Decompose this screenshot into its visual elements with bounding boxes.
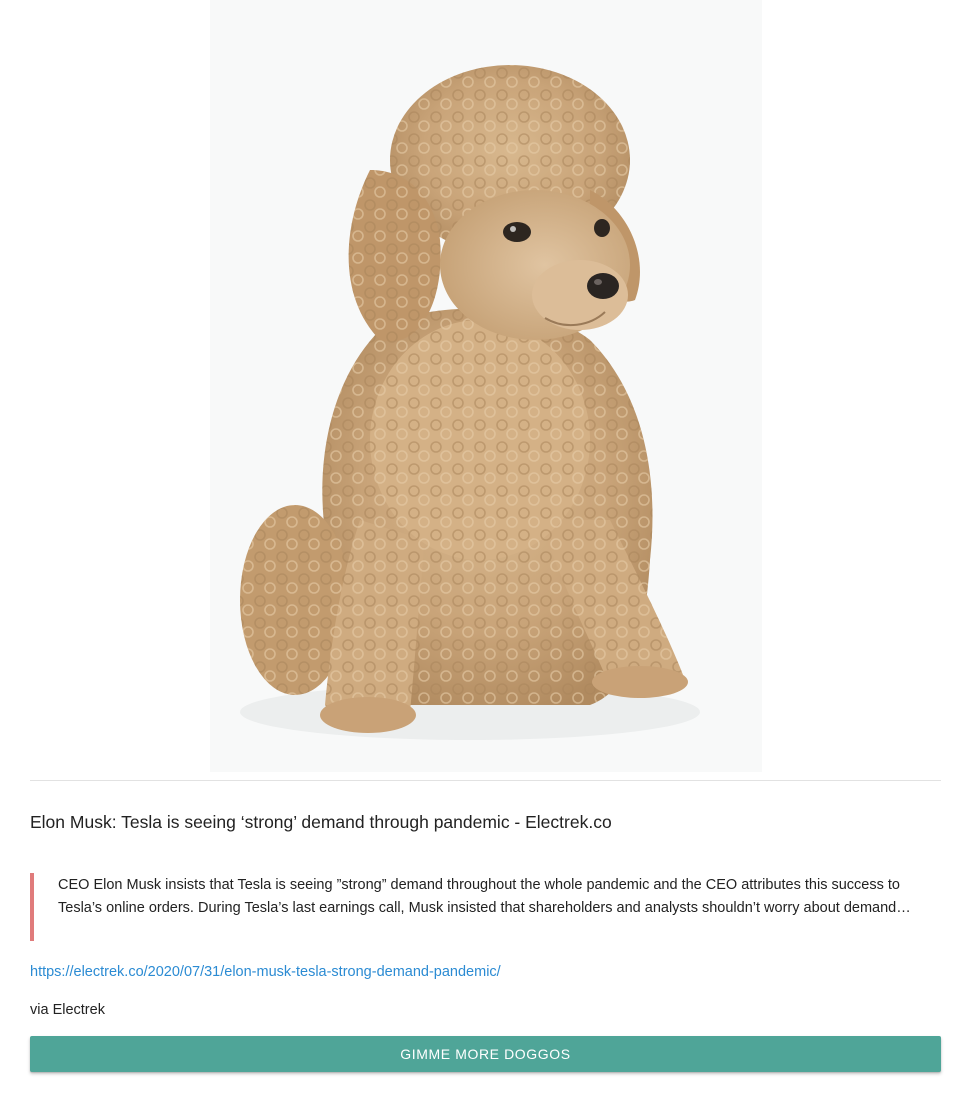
puppy-image xyxy=(210,0,762,772)
poodle-puppy-illustration xyxy=(210,0,762,772)
article-link[interactable]: https://electrek.co/2020/07/31/elon-musk… xyxy=(30,962,501,982)
article-excerpt: CEO Elon Musk insists that Tesla is seei… xyxy=(58,877,911,916)
more-doggos-button[interactable]: Gimme more doggos xyxy=(30,1036,941,1072)
article-excerpt-quote: CEO Elon Musk insists that Tesla is seei… xyxy=(30,873,941,941)
article-title: Elon Musk: Tesla is seeing ‘strong’ dema… xyxy=(30,812,612,832)
divider xyxy=(30,780,941,781)
source-attribution: via Electrek xyxy=(30,1002,105,1018)
page: Elon Musk: Tesla is seeing ‘strong’ dema… xyxy=(0,0,964,1093)
